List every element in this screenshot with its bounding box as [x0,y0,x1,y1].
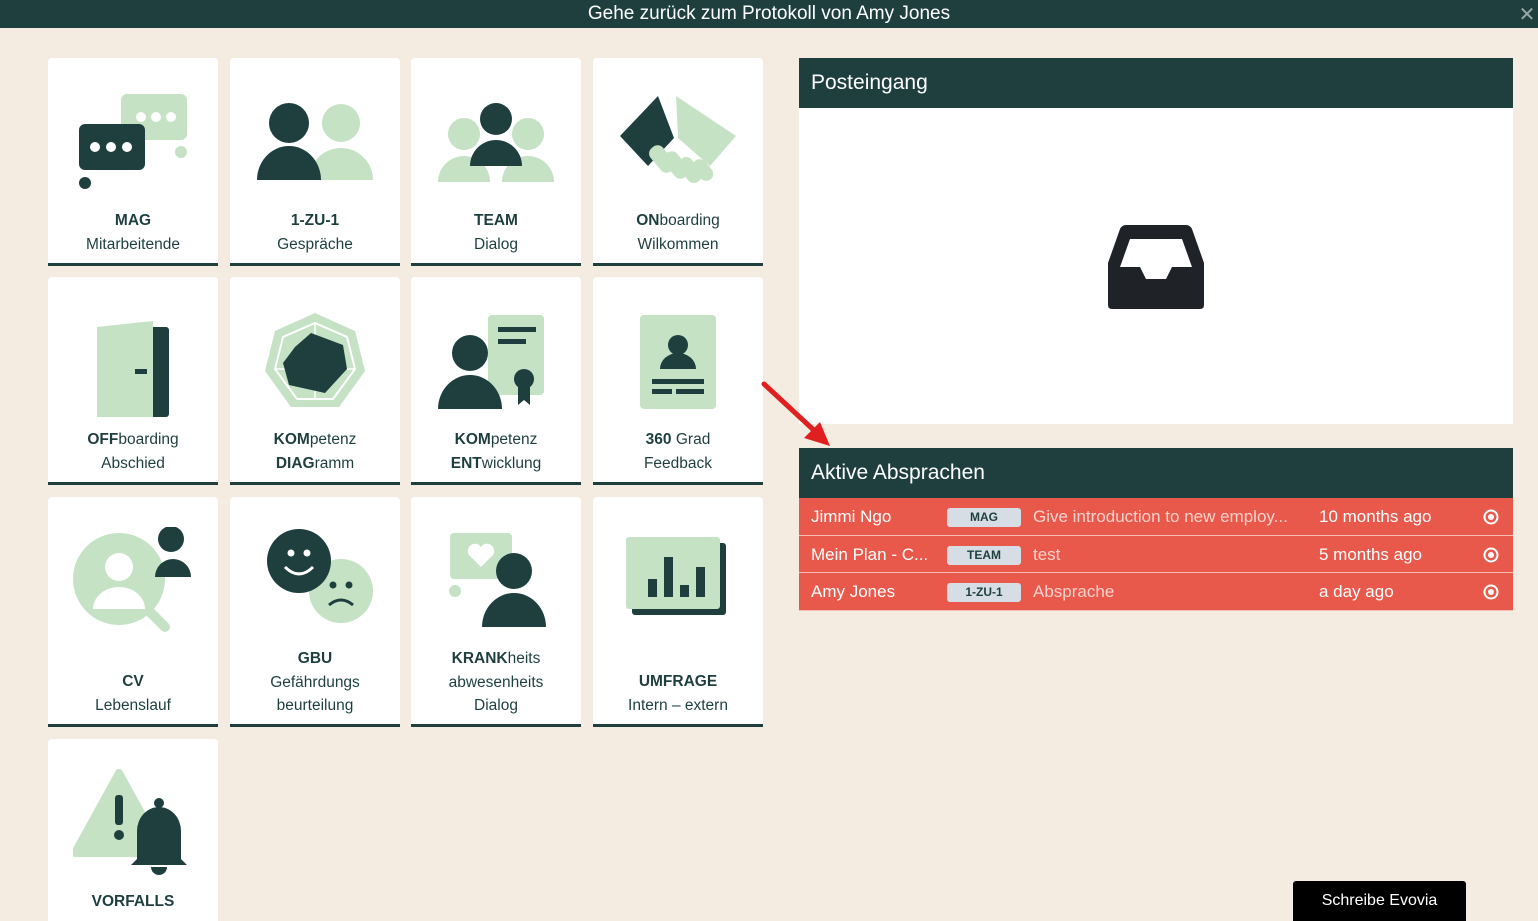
agreement-person: Amy Jones [811,582,896,601]
inbox-empty-area [799,108,1513,424]
back-to-protocol-link[interactable]: Gehe zurück zum Protokoll von Amy Jones [588,3,950,24]
tile-team-label: TEAM Dialog [474,212,518,253]
agreement-time: 10 months ago [1319,507,1432,526]
tile-kompent-label: KOMpetenz ENTwicklung [450,431,542,472]
tile-cv-label: CV Lebenslauf [95,673,171,714]
active-agreements-panel: Aktive Absprachen Jimmi Ngo MAG Give int… [799,448,1513,611]
close-icon[interactable]: ✕ [1518,0,1536,28]
team-icon [436,88,556,198]
tile-onboarding-label: ONboarding Wilkommen [636,212,720,253]
back-to-protocol-bar[interactable]: Gehe zurück zum Protokoll von Amy Jones … [0,0,1538,28]
inbox-title: Posteingang [799,58,1513,108]
agreements-title: Aktive Absprachen [799,448,1513,498]
radar-chart-icon [255,307,375,417]
tile-onboarding[interactable]: ONboarding Wilkommen [593,58,763,266]
door-icon [73,307,193,417]
target-icon[interactable] [1483,584,1499,600]
warning-bell-icon [73,769,193,879]
tile-gbu-label: GBU Gefährdungs beurteilung [270,650,360,714]
agreement-person: Mein Plan - C... [811,544,929,564]
tile-kompdiag-label: KOMpetenz DIAGramm [273,431,357,472]
agreement-time: 5 months ago [1319,544,1423,564]
inbox-panel: Posteingang [799,58,1513,424]
tile-360[interactable]: 360 Grad Feedback [593,277,763,485]
write-evovia-button[interactable]: Schreibe Evovia [1293,881,1466,921]
tile-kompent[interactable]: KOMpetenz ENTwicklung [411,277,581,485]
tile-1zu1[interactable]: 1-ZU-1 Gespräche [230,58,400,266]
handshake-icon [618,88,738,198]
agreement-text: Give introduction to new employ... [1033,507,1288,526]
agreement-text: test [1033,544,1061,564]
tile-krank[interactable]: KRANKheits abwesenheits Dialog [411,497,581,727]
tile-vorfalls[interactable]: VORFALLS [48,739,218,921]
tile-umfrage[interactable]: UMFRAGE Intern – extern [593,497,763,727]
chat-bubbles-icon [73,88,193,198]
person-search-icon [73,527,193,637]
heart-person-icon [436,527,556,637]
certificate-person-icon [436,307,556,417]
tile-kompdiag[interactable]: KOMpetenz DIAGramm [230,277,400,485]
tile-umfrage-label: UMFRAGE Intern – extern [628,673,728,714]
agreement-type-badge: MAG [947,508,1021,527]
happy-sad-faces-icon [255,527,375,637]
agreement-person: Jimmi Ngo [811,507,892,526]
agreement-text: Absprache [1033,582,1115,601]
tile-gbu[interactable]: GBU Gefährdungs beurteilung [230,497,400,727]
agreement-type-badge: 1-ZU-1 [947,583,1021,602]
tile-360-label: 360 Grad Feedback [643,431,713,472]
tile-krank-label: KRANKheits abwesenheits Dialog [448,650,544,714]
target-icon[interactable] [1483,547,1499,563]
agreement-row[interactable]: Mein Plan - C... TEAM test 5 months ago [799,535,1513,573]
red-arrow-annotation [761,381,830,446]
agreement-type-badge: TEAM [947,545,1021,565]
agreement-time: a day ago [1319,582,1394,601]
tile-offboarding[interactable]: OFFboarding Abschied [48,277,218,485]
agreement-row[interactable]: Amy Jones 1-ZU-1 Absprache a day ago [799,573,1513,611]
inbox-tray-icon [1104,223,1208,311]
tile-cv[interactable]: CV Lebenslauf [48,497,218,727]
agreement-row[interactable]: Jimmi Ngo MAG Give introduction to new e… [799,498,1513,536]
tile-mag-label: MAG Mitarbeitende [86,212,180,253]
bar-chart-icon [618,527,738,637]
tile-vorfalls-label: VORFALLS [91,893,175,910]
two-people-icon [255,88,375,198]
tile-1zu1-label: 1-ZU-1 Gespräche [277,212,353,253]
tile-offboarding-label: OFFboarding Abschied [87,431,179,472]
tile-team[interactable]: TEAM Dialog [411,58,581,266]
target-icon[interactable] [1483,509,1499,525]
tile-mag[interactable]: MAG Mitarbeitende [48,58,218,266]
id-card-icon [618,307,738,417]
